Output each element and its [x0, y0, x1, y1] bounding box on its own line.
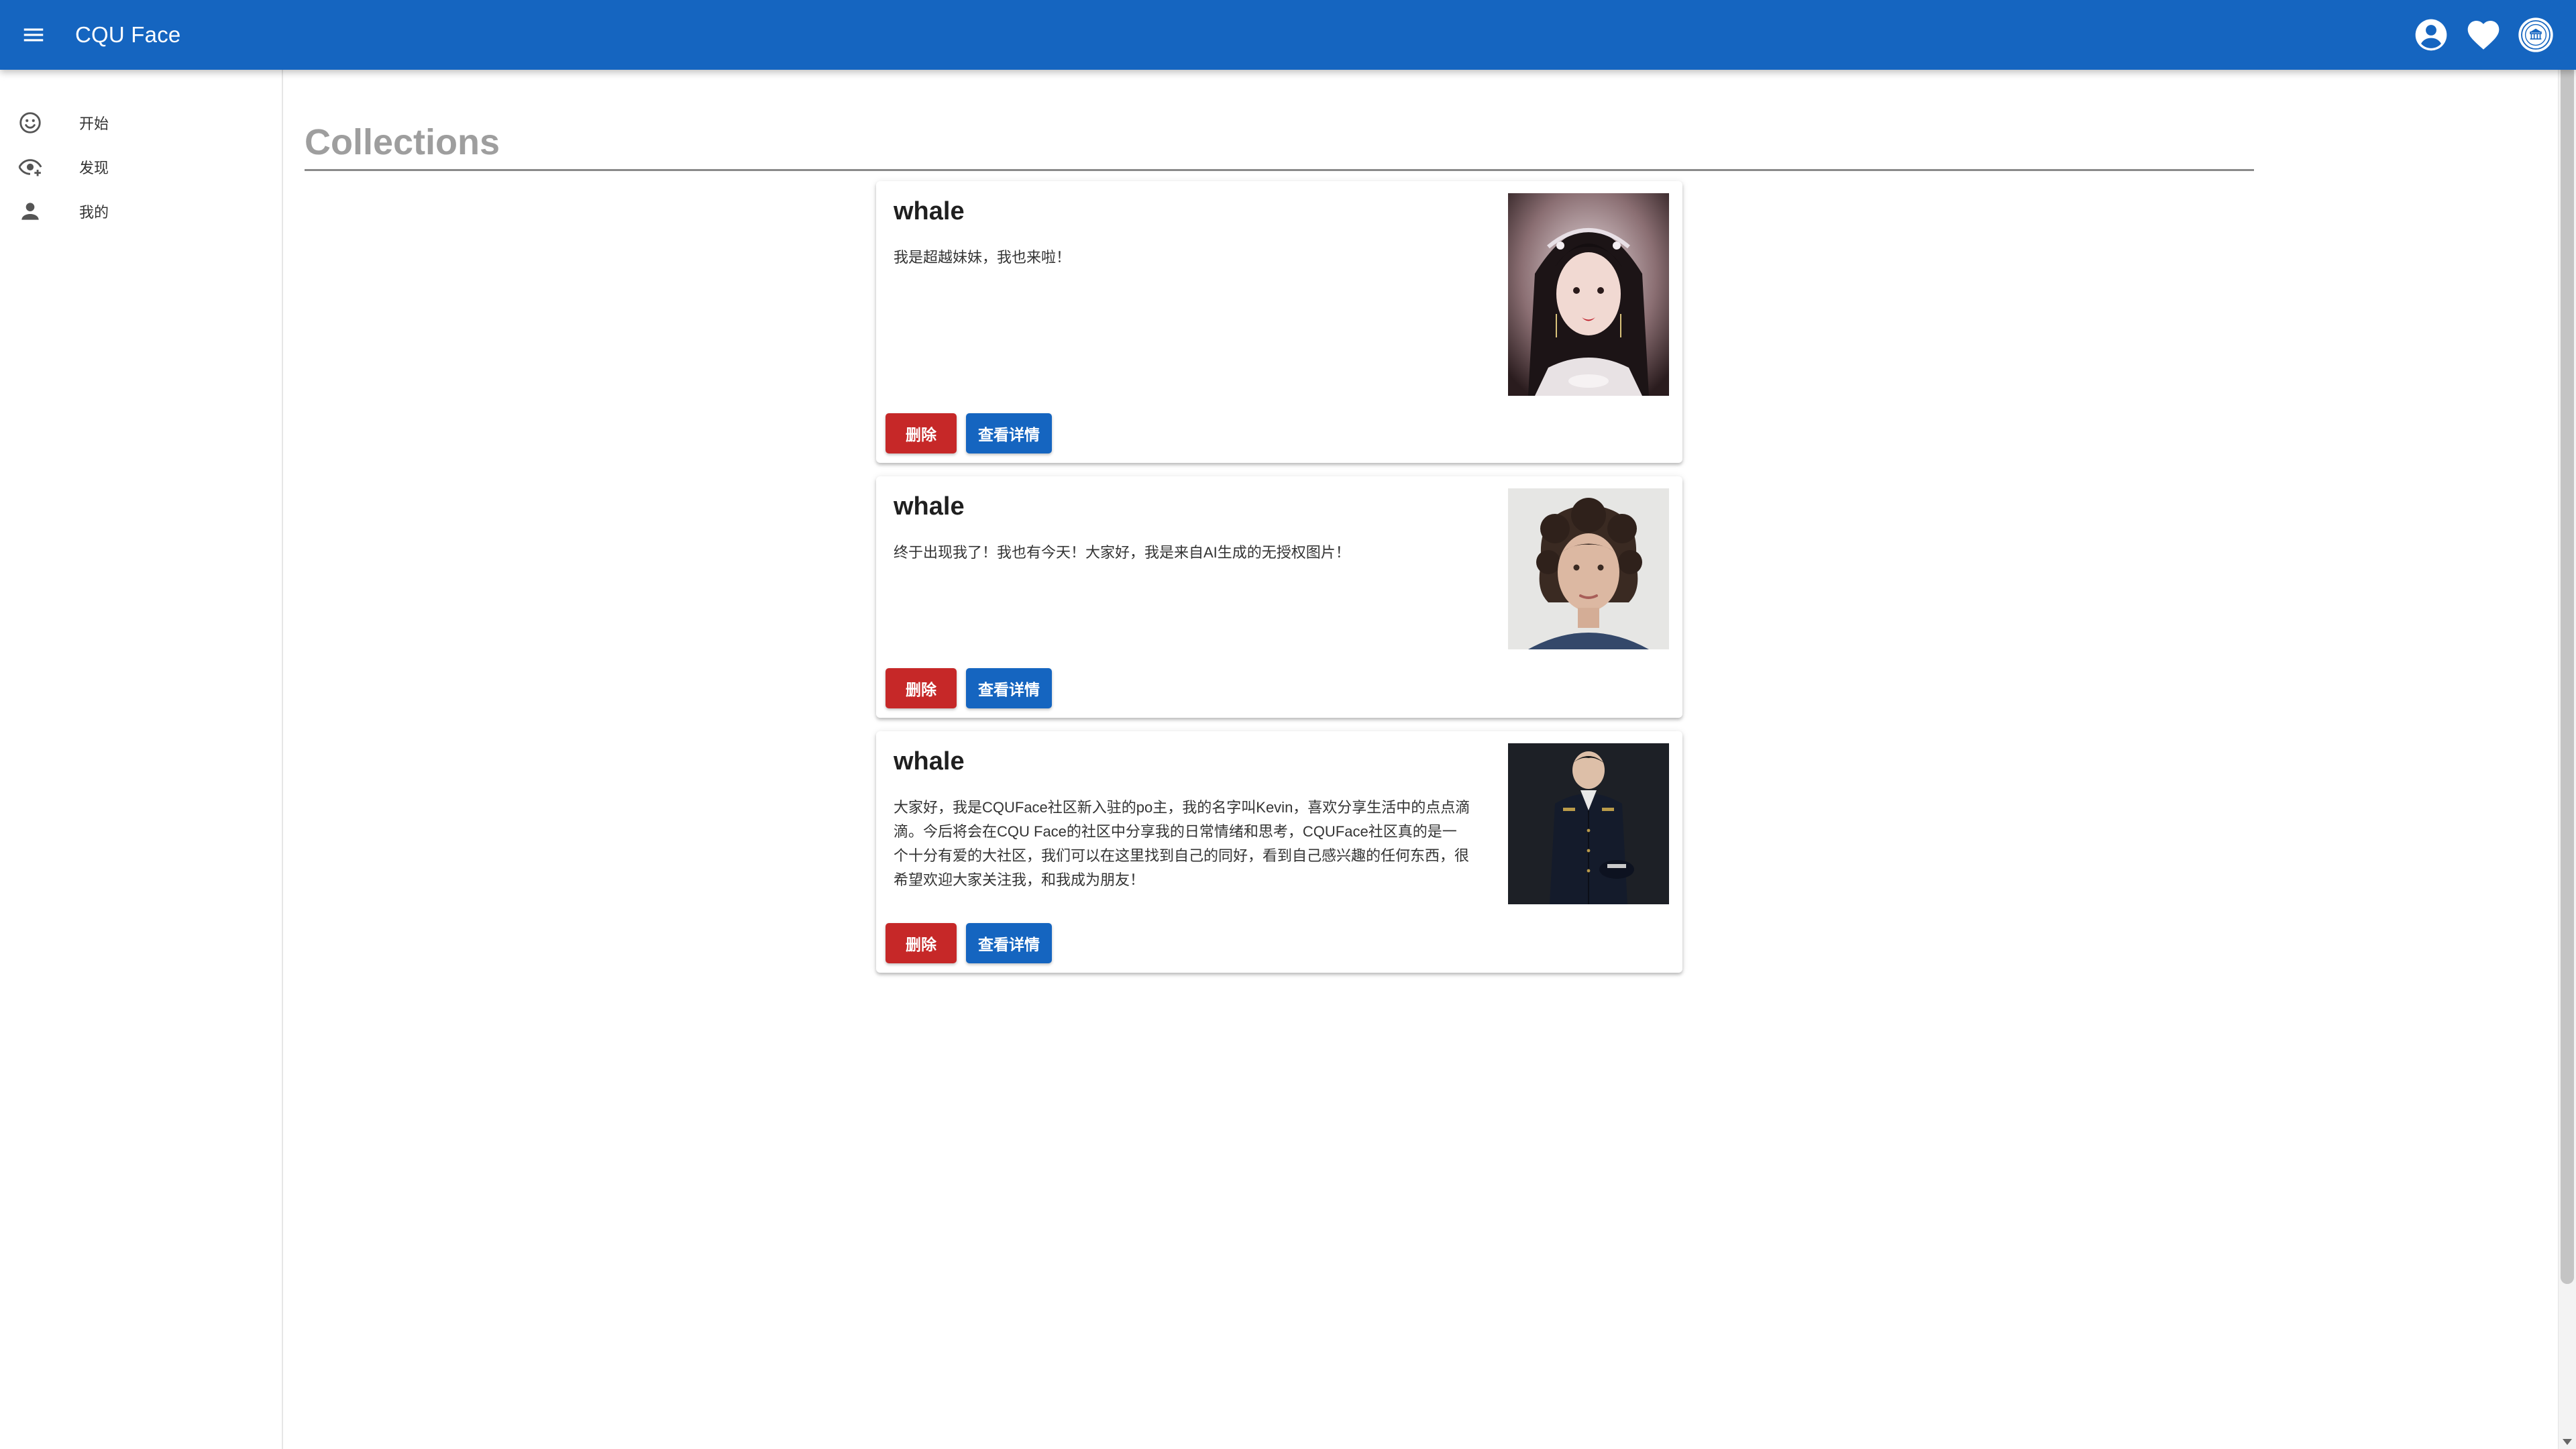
card-actions: 删除 查看详情 — [885, 668, 1052, 708]
delete-button[interactable]: 删除 — [885, 923, 957, 963]
sidebar-item-label: 开始 — [79, 115, 109, 132]
card-title: whale — [894, 747, 965, 775]
app-title: CQU Face — [75, 22, 181, 47]
collection-card: whale 我是超越妹妹，我也来啦！ 删除 查看详情 — [876, 181, 1682, 463]
menu-button[interactable] — [15, 16, 52, 54]
smiley-icon — [19, 112, 41, 133]
sidebar: 开始 发现 我的 — [0, 70, 283, 1449]
scrollbar-thumb[interactable] — [2561, 3, 2574, 1284]
scroll-down-arrow-icon[interactable] — [2563, 1439, 2572, 1445]
account-button[interactable] — [2412, 16, 2450, 54]
card-text: 我是超越妹妹，我也来啦！ — [894, 249, 1071, 266]
favorites-button[interactable] — [2465, 16, 2502, 54]
university-logo-button[interactable] — [2517, 16, 2555, 54]
card-actions: 删除 查看详情 — [885, 923, 1052, 963]
sidebar-item-discover[interactable]: 发现 — [0, 145, 282, 189]
card-image — [1508, 743, 1669, 904]
portrait-image — [1508, 488, 1669, 649]
view-details-button[interactable]: 查看详情 — [966, 413, 1052, 453]
sidebar-item-label: 发现 — [79, 160, 109, 176]
sidebar-item-label: 我的 — [79, 204, 109, 221]
heart-icon — [2467, 21, 2500, 50]
card-image — [1508, 488, 1669, 649]
page-title: Collections — [305, 122, 500, 162]
menu-icon — [23, 28, 44, 42]
sidebar-item-start[interactable]: 开始 — [0, 101, 282, 145]
card-image — [1508, 193, 1669, 396]
collection-card: whale 终于出现我了！我也有今天！大家好，我是来自AI生成的无授权图片！ 删… — [876, 476, 1682, 718]
card-title: whale — [894, 492, 965, 521]
delete-button[interactable]: 删除 — [885, 413, 957, 453]
view-details-button[interactable]: 查看详情 — [966, 668, 1052, 708]
eye-plus-icon — [18, 159, 42, 176]
portrait-image — [1508, 193, 1669, 396]
app-bar: CQU Face — [0, 0, 2576, 70]
app-bar-actions — [2412, 15, 2555, 55]
title-divider — [305, 169, 2254, 171]
card-title: whale — [894, 197, 965, 225]
account-circle-icon — [2415, 19, 2447, 51]
card-text: 终于出现我了！我也有今天！大家好，我是来自AI生成的无授权图片！ — [894, 544, 1350, 561]
card-text: 大家好，我是CQUFace社区新入驻的po主，我的名字叫Kevin，喜欢分享生活… — [894, 799, 1470, 888]
sidebar-item-mine[interactable]: 我的 — [0, 189, 282, 233]
vertical-scrollbar[interactable] — [2558, 0, 2576, 1449]
person-icon — [21, 203, 39, 220]
collection-card: whale 大家好，我是CQUFace社区新入驻的po主，我的名字叫Kevin，… — [876, 731, 1682, 973]
delete-button[interactable]: 删除 — [885, 668, 957, 708]
view-details-button[interactable]: 查看详情 — [966, 923, 1052, 963]
card-actions: 删除 查看详情 — [885, 413, 1052, 453]
portrait-image — [1508, 743, 1669, 904]
university-logo — [2518, 17, 2553, 52]
